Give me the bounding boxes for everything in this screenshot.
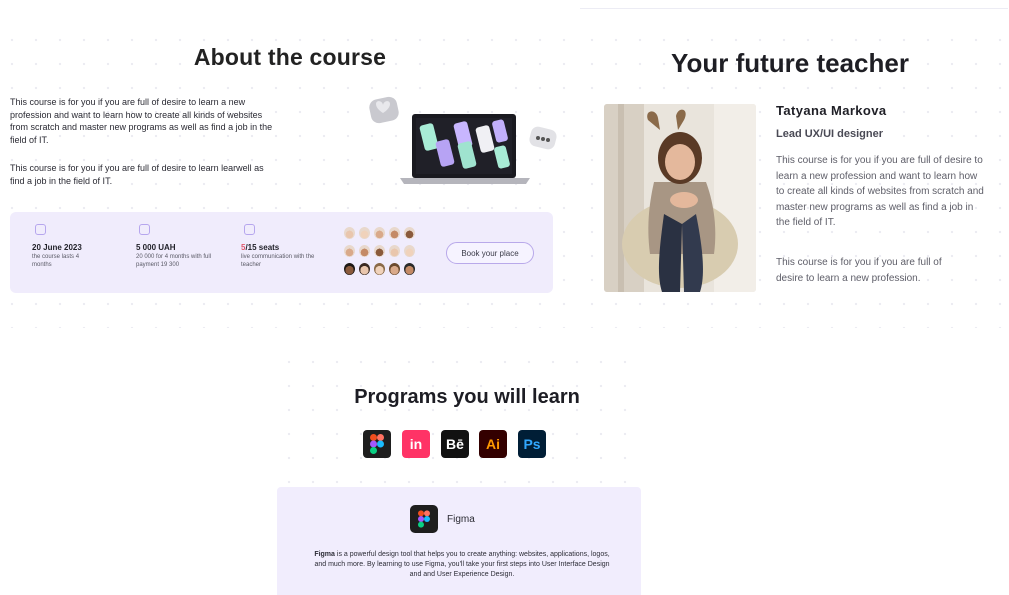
teacher-name: Tatyana Markova — [776, 103, 887, 118]
program-description-lead: Figma — [314, 551, 335, 558]
student-avatar — [404, 227, 415, 239]
teacher-paragraph-2: This course is for you if you are full o… — [776, 257, 942, 284]
student-avatar — [359, 245, 370, 257]
student-avatar — [374, 263, 385, 275]
laptop-illustration — [400, 114, 530, 184]
figma-icon[interactable] — [363, 430, 391, 458]
student-avatar — [374, 227, 385, 239]
chat-bubble-icon — [369, 96, 399, 124]
student-avatar — [404, 263, 415, 275]
invision-label: in — [409, 436, 423, 452]
teacher-title: Your future teacher — [671, 48, 909, 78]
teacher-role: Lead UX/UI designer — [776, 128, 883, 140]
program-detail-card: Figma Figma is a powerful design tool th… — [277, 487, 641, 595]
about-title: About the course — [193, 44, 387, 70]
photoshop-icon[interactable]: Ps — [518, 430, 546, 458]
book-your-place-button[interactable]: Book your place — [446, 242, 534, 264]
wallet-icon — [139, 224, 150, 235]
program-description: Figma is a powerful design tool that hel… — [309, 550, 615, 580]
course-info-card: 20 June 2023 the course lasts 4 months 5… — [10, 212, 553, 293]
program-description-text: is a powerful design tool that helps you… — [314, 551, 610, 578]
section-divider — [580, 8, 1008, 9]
student-avatar — [359, 263, 370, 275]
student-avatar — [404, 245, 415, 257]
teacher-photo — [604, 104, 756, 292]
course-duration: the course lasts 4 months — [32, 254, 80, 268]
student-avatar — [389, 245, 400, 257]
calendar-icon — [35, 224, 46, 235]
seats-description: live communication with the teacher — [241, 254, 315, 268]
student-avatar — [359, 227, 370, 239]
figma-card-icon — [410, 505, 438, 533]
figma-logo-icon — [370, 434, 384, 454]
invision-icon[interactable]: in — [402, 430, 430, 458]
teacher-paragraph-1: This course is for you if you are full o… — [776, 155, 984, 228]
programs-title: Programs you will learn — [354, 386, 580, 408]
course-seats: 5/15 seats — [241, 243, 279, 252]
about-paragraph-2: This course is for you if you are full o… — [10, 163, 264, 186]
student-avatar — [344, 227, 355, 239]
behance-label: Bē — [446, 436, 464, 452]
about-paragraph-1: This course is for you if you are full o… — [10, 97, 273, 145]
programs-dot-pattern — [277, 350, 641, 485]
course-price-details: 20 000 for 4 months with full payment 19… — [136, 254, 212, 268]
student-avatar — [389, 263, 400, 275]
student-avatar — [389, 227, 400, 239]
student-avatar — [374, 245, 385, 257]
seats-total: /15 seats — [245, 243, 280, 252]
behance-icon[interactable]: Bē — [441, 430, 469, 458]
photoshop-label: Ps — [523, 436, 541, 452]
monitor-icon — [244, 224, 255, 235]
course-date: 20 June 2023 — [32, 243, 82, 252]
illustrator-label: Ai — [486, 436, 500, 452]
program-name: Figma — [447, 514, 475, 525]
student-avatar — [344, 245, 355, 257]
student-avatars — [344, 227, 415, 275]
course-price: 5 000 UAH — [136, 243, 176, 252]
figma-logo-icon — [418, 510, 430, 528]
student-avatar — [344, 263, 355, 275]
illustrator-icon[interactable]: Ai — [479, 430, 507, 458]
typing-bubble-icon — [529, 126, 557, 150]
